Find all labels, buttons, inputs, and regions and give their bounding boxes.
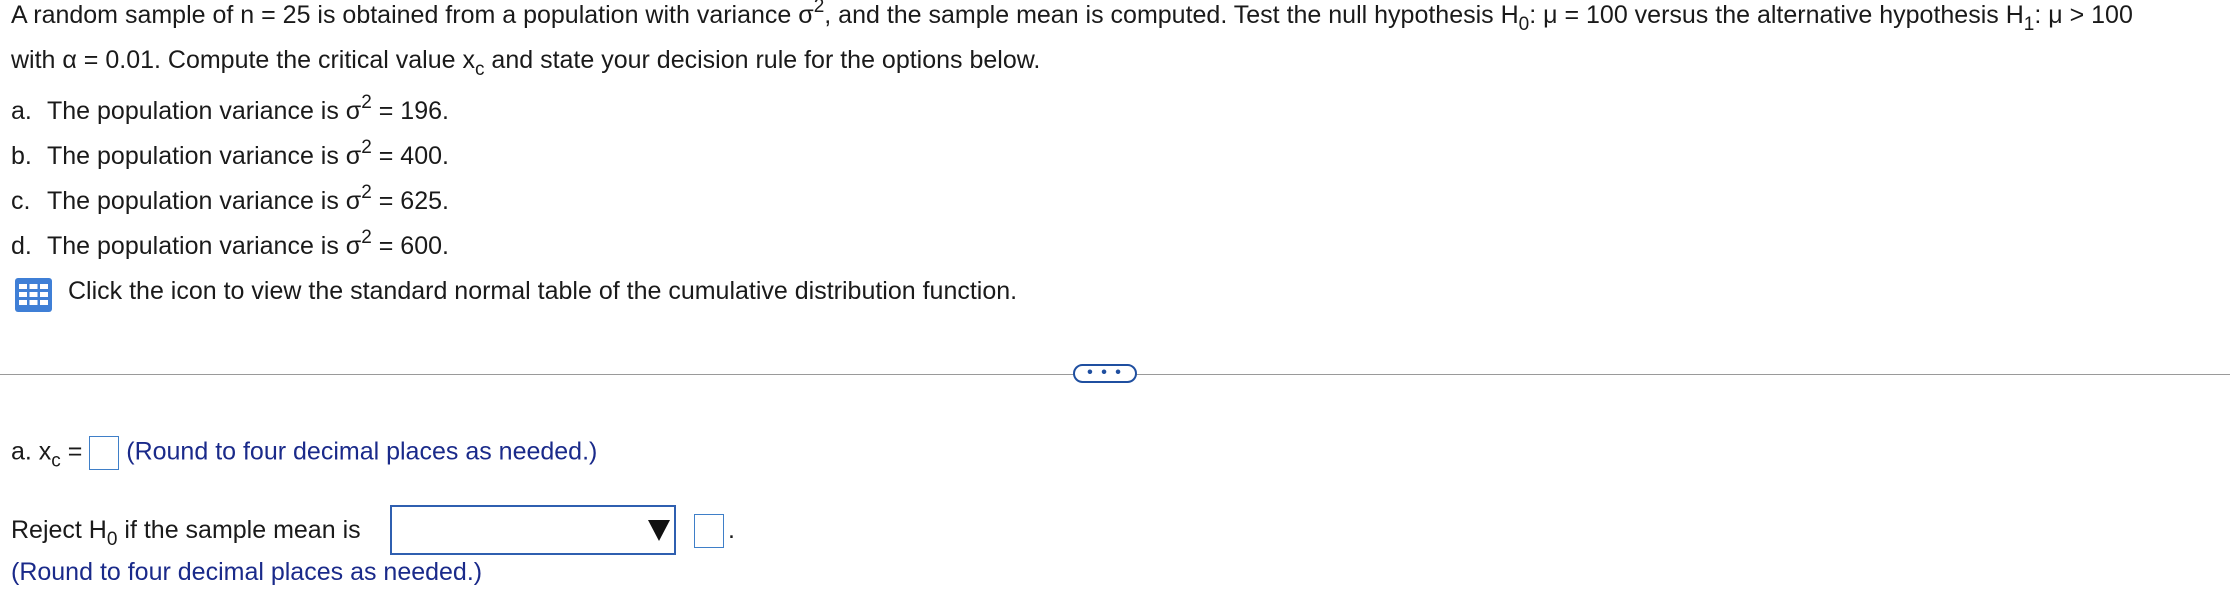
option-a: a. The population variance is σ2 = 196.: [11, 92, 449, 125]
round-hint: (Round to four decimal places as needed.…: [126, 437, 598, 466]
critical-value-input[interactable]: [89, 436, 120, 470]
option-b: b. The population variance is σ2 = 400.: [11, 137, 449, 170]
reject-rule-label: Reject H0 if the sample mean is: [11, 516, 361, 550]
dropdown-arrow-icon[interactable]: [646, 516, 672, 544]
question-line-1: A random sample of n = 25 is obtained fr…: [11, 0, 2133, 35]
table-link-text[interactable]: Click the icon to view the standard norm…: [68, 276, 1017, 306]
option-d: d. The population variance is σ2 = 600.: [11, 227, 449, 260]
option-c: c. The population variance is σ2 = 625.: [11, 182, 449, 215]
decision-value-input[interactable]: [694, 514, 724, 548]
decision-dropdown[interactable]: [390, 505, 676, 555]
table-grid-icon[interactable]: [15, 278, 52, 312]
more-button[interactable]: • • •: [1073, 364, 1137, 383]
period: .: [728, 516, 735, 544]
round-hint-2: (Round to four decimal places as needed.…: [11, 558, 483, 586]
question-line-2: with α = 0.01. Compute the critical valu…: [11, 46, 1041, 80]
answer-a-row: a. xc = (Round to four decimal places as…: [11, 436, 598, 472]
